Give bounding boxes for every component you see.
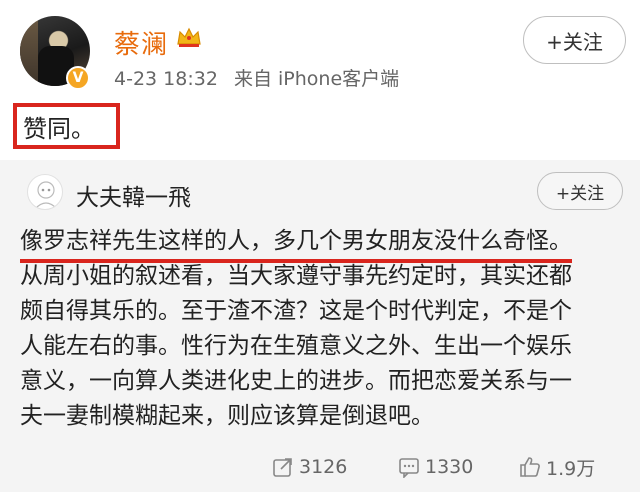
comment-count: 1330 — [425, 456, 474, 478]
repost-count: 3126 — [299, 456, 348, 478]
repost-text-line: 夫一妻制模糊起来，则应该算是倒退吧。 — [20, 403, 434, 429]
author-name[interactable]: 蔡澜 — [114, 24, 168, 61]
post-text: 赞同。 — [13, 103, 120, 149]
repost-follow-button[interactable]: +关注 — [537, 172, 623, 210]
post-source: 来自 iPhone客户端 — [233, 68, 400, 90]
repost-icon — [273, 458, 292, 477]
crown-icon — [177, 27, 201, 47]
repost-text-line: 颇自得其乐的。至于渣不渣？这是个时代判定，不是个 — [20, 298, 572, 324]
repost-action[interactable]: 3126 — [272, 452, 347, 482]
repost-author-name[interactable]: 大夫韓一飛 — [76, 178, 191, 212]
post-meta: 4-23 18:32 来自 iPhone客户端 — [114, 64, 399, 91]
repost-text-line-highlighted: 像罗志祥先生这样的人，多几个男女朋友没什么奇怪。 — [20, 224, 572, 263]
follow-button[interactable]: +关注 — [523, 16, 626, 64]
repost-text: 像罗志祥先生这样的人，多几个男女朋友没什么奇怪。 从周小姐的叙述看，当大家遵守事… — [20, 224, 626, 434]
comment-action[interactable]: 1330 — [398, 452, 473, 482]
verified-badge-icon: V — [66, 66, 90, 90]
repost-text-line: 人能左右的事。性行为在生殖意义之外、生出一个娱乐 — [20, 333, 572, 359]
like-icon — [520, 457, 540, 477]
post-timestamp: 4-23 18:32 — [114, 68, 218, 90]
comment-icon — [399, 458, 419, 478]
repost-text-line: 从周小姐的叙述看，当大家遵守事先约定时，其实还都 — [20, 263, 572, 289]
repost-text-line: 意义，一向算人类进化史上的进步。而把恋爱关系与一 — [20, 368, 572, 394]
repost-author-avatar[interactable] — [27, 174, 63, 210]
like-action[interactable]: 1.9万 — [519, 452, 595, 482]
like-count: 1.9万 — [546, 457, 596, 480]
